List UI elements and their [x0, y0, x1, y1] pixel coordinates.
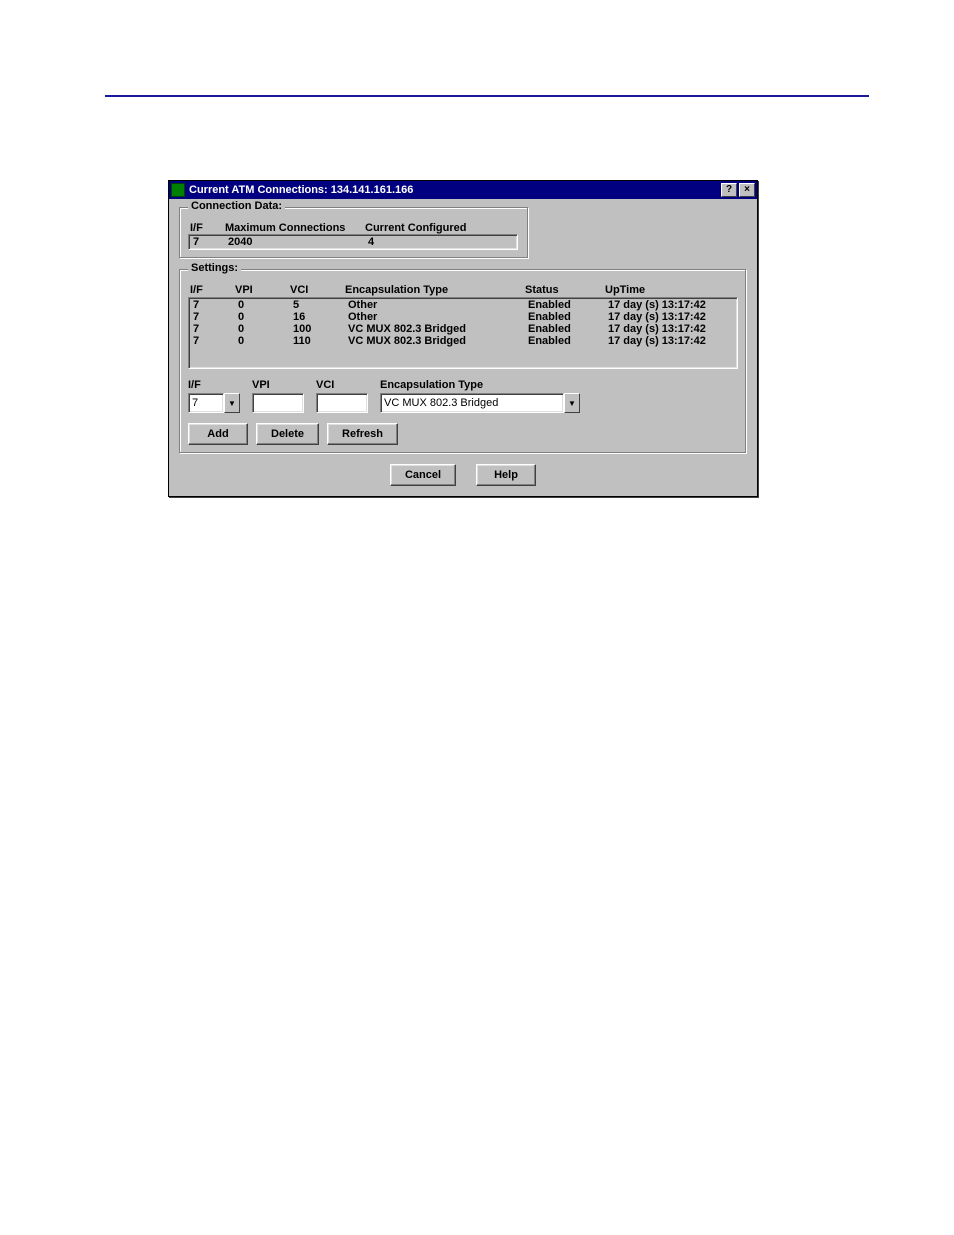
if-select-dropdown-button[interactable]: ▼ — [224, 393, 240, 413]
conn-if: 7 — [189, 236, 224, 248]
table-row[interactable]: 70110VC MUX 802.3 BridgedEnabled17 day (… — [191, 335, 735, 347]
cell-vpi: 0 — [236, 323, 291, 335]
window-title: Current ATM Connections: 134.141.161.166 — [189, 184, 719, 196]
hdr-uptime: UpTime — [605, 284, 755, 296]
form-label-if: I/F — [188, 379, 240, 391]
form-label-enc: Encapsulation Type — [380, 379, 580, 391]
cell-enc: VC MUX 802.3 Bridged — [346, 323, 526, 335]
titlebar-close-button[interactable]: × — [739, 183, 755, 197]
cell-if: 7 — [191, 323, 236, 335]
cell-if: 7 — [191, 335, 236, 347]
cell-vci: 5 — [291, 299, 346, 311]
app-icon — [171, 183, 185, 197]
cell-status: Enabled — [526, 299, 606, 311]
settings-legend: Settings: — [188, 262, 241, 274]
cell-vpi: 0 — [236, 311, 291, 323]
hdr-vci: VCI — [290, 284, 345, 296]
cell-vpi: 0 — [236, 299, 291, 311]
hdr-if: I/F — [190, 284, 235, 296]
help-button[interactable]: Help — [476, 464, 536, 486]
vci-input[interactable] — [316, 393, 368, 413]
form-label-vpi: VPI — [252, 379, 304, 391]
vpi-input[interactable] — [252, 393, 304, 413]
table-row[interactable]: 70100VC MUX 802.3 BridgedEnabled17 day (… — [191, 323, 735, 335]
cell-vpi: 0 — [236, 335, 291, 347]
conn-header-max: Maximum Connections — [223, 222, 363, 234]
hdr-enc: Encapsulation Type — [345, 284, 525, 296]
hdr-vpi: VPI — [235, 284, 290, 296]
delete-button[interactable]: Delete — [256, 423, 319, 445]
encapsulation-select-value[interactable]: VC MUX 802.3 Bridged — [380, 393, 564, 413]
cell-uptime: 17 day (s) 13:17:42 — [606, 311, 756, 323]
table-row[interactable]: 705OtherEnabled17 day (s) 13:17:42 — [191, 299, 735, 311]
cell-status: Enabled — [526, 311, 606, 323]
atm-connections-dialog: Current ATM Connections: 134.141.161.166… — [168, 180, 758, 497]
cell-uptime: 17 day (s) 13:17:42 — [606, 335, 756, 347]
chevron-down-icon: ▼ — [568, 399, 576, 408]
form-label-vci: VCI — [316, 379, 368, 391]
cell-status: Enabled — [526, 323, 606, 335]
header-rule — [105, 95, 869, 97]
titlebar-help-button[interactable]: ? — [721, 183, 737, 197]
add-button[interactable]: Add — [188, 423, 248, 445]
conn-header-if: I/F — [188, 222, 223, 234]
cell-vci: 100 — [291, 323, 346, 335]
cell-uptime: 17 day (s) 13:17:42 — [606, 323, 756, 335]
conn-max: 2040 — [224, 236, 364, 248]
cell-vci: 16 — [291, 311, 346, 323]
refresh-button[interactable]: Refresh — [327, 423, 398, 445]
hdr-status: Status — [525, 284, 605, 296]
connection-data-legend: Connection Data: — [188, 200, 285, 212]
connection-data-group: Connection Data: I/F Maximum Connections… — [179, 207, 529, 259]
settings-group: Settings: I/F VPI VCI Encapsulation Type… — [179, 269, 747, 454]
table-row[interactable]: 7016OtherEnabled17 day (s) 13:17:42 — [191, 311, 735, 323]
titlebar: Current ATM Connections: 134.141.161.166… — [169, 181, 757, 199]
settings-table-header: I/F VPI VCI Encapsulation Type Status Up… — [188, 284, 738, 297]
cell-vci: 110 — [291, 335, 346, 347]
cell-if: 7 — [191, 311, 236, 323]
connection-data-row: 7 2040 4 — [188, 234, 518, 250]
cell-if: 7 — [191, 299, 236, 311]
cell-enc: VC MUX 802.3 Bridged — [346, 335, 526, 347]
cell-enc: Other — [346, 311, 526, 323]
conn-header-cur: Current Configured — [363, 222, 518, 234]
conn-cur: 4 — [364, 236, 519, 248]
cell-enc: Other — [346, 299, 526, 311]
encapsulation-dropdown-button[interactable]: ▼ — [564, 393, 580, 413]
chevron-down-icon: ▼ — [228, 399, 236, 408]
cell-uptime: 17 day (s) 13:17:42 — [606, 299, 756, 311]
if-select-value[interactable]: 7 — [188, 393, 224, 413]
cancel-button[interactable]: Cancel — [390, 464, 456, 486]
settings-listbox[interactable]: 705OtherEnabled17 day (s) 13:17:427016Ot… — [188, 297, 738, 369]
cell-status: Enabled — [526, 335, 606, 347]
